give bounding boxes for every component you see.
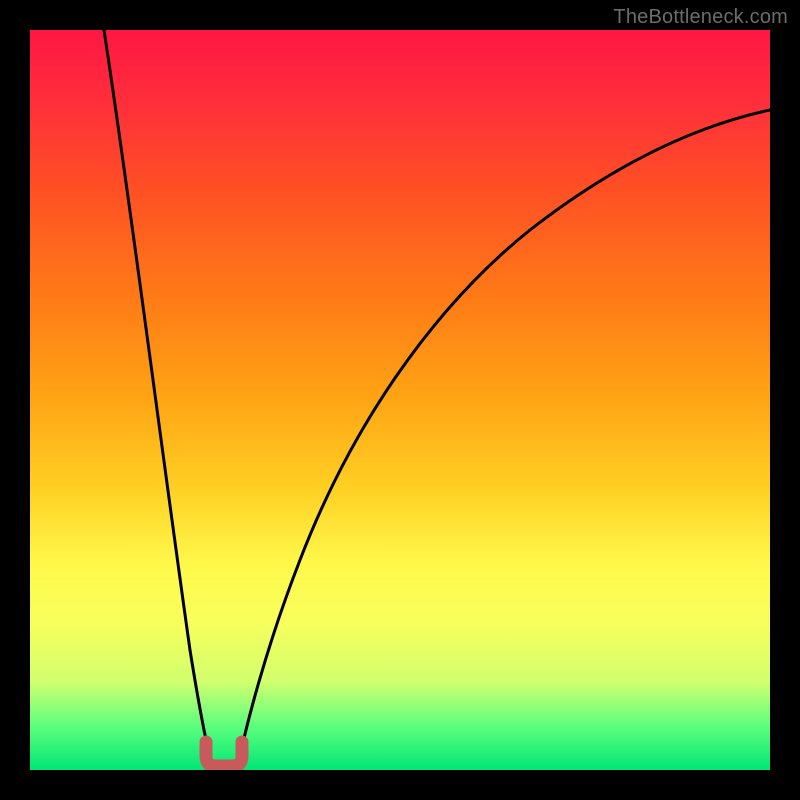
curve-layer bbox=[30, 30, 770, 770]
minimum-marker bbox=[206, 742, 242, 766]
chart-frame: TheBottleneck.com bbox=[0, 0, 800, 800]
curve-left-branch bbox=[104, 30, 213, 770]
watermark-text: TheBottleneck.com bbox=[613, 6, 788, 29]
plot-area bbox=[30, 30, 770, 770]
curve-right-branch bbox=[237, 110, 770, 770]
